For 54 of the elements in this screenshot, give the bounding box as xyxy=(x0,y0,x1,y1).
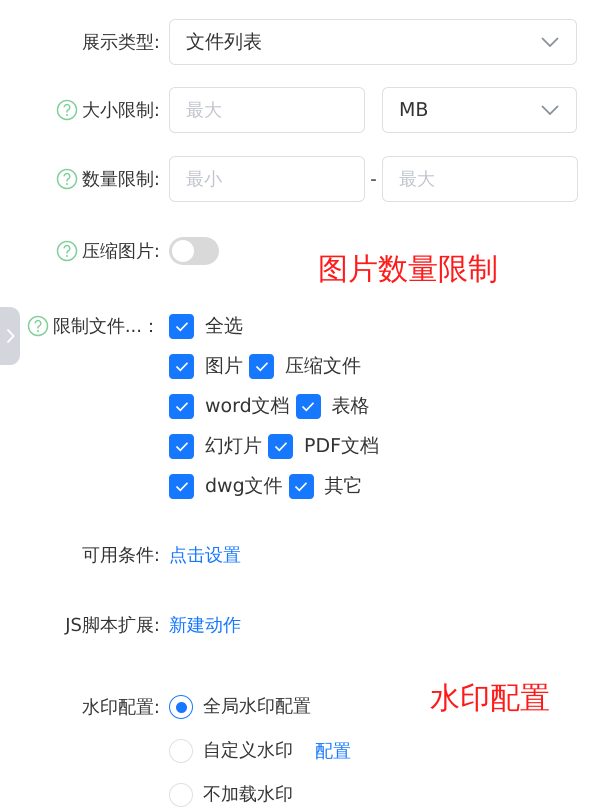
field-label: 展示类型: xyxy=(82,31,160,54)
checkbox[interactable] xyxy=(169,474,194,498)
chevron-right-icon xyxy=(6,328,14,344)
checkbox-label: 压缩文件 xyxy=(285,354,361,379)
checkbox[interactable] xyxy=(169,354,194,378)
checkbox[interactable] xyxy=(288,474,314,498)
check-icon xyxy=(301,400,316,412)
config-link[interactable]: 配置 xyxy=(315,739,351,763)
checkbox[interactable] xyxy=(268,434,293,458)
chevron-down-icon xyxy=(540,104,560,116)
field-label: 大小限制: xyxy=(82,99,160,122)
checkbox-label: dwg文件 xyxy=(205,474,283,499)
radio-label: 全局水印配置 xyxy=(203,695,311,719)
check-icon xyxy=(254,360,268,372)
checkbox[interactable] xyxy=(169,314,194,338)
checkbox[interactable] xyxy=(169,394,194,418)
chevron-down-icon xyxy=(540,36,560,48)
checkbox-label: 幻灯片 xyxy=(205,434,262,459)
checkbox-label: 其它 xyxy=(324,474,363,499)
annotation-text: 水印配置 xyxy=(430,680,550,718)
field-label: 水印配置: xyxy=(82,696,160,719)
checkbox-label: word文档 xyxy=(205,394,290,419)
checkbox-label: 表格 xyxy=(332,394,370,419)
check-icon xyxy=(294,480,308,492)
field-label: JS脚本扩展: xyxy=(65,614,160,637)
field-label: 压缩图片: xyxy=(82,240,160,263)
field-label: 可用条件: xyxy=(82,544,160,567)
checkbox[interactable] xyxy=(169,434,194,458)
checkbox-label: 全选 xyxy=(205,314,243,339)
display-type-select[interactable]: 文件列表 xyxy=(169,19,577,65)
checkbox[interactable] xyxy=(249,354,274,378)
radio-label: 自定义水印 xyxy=(203,739,293,763)
check-icon xyxy=(174,360,188,372)
field-label: 数量限制: xyxy=(82,168,160,191)
field-label: 限制文件...： xyxy=(52,315,160,338)
unit-select[interactable]: MB xyxy=(382,87,577,133)
toggle-switch[interactable] xyxy=(169,237,219,265)
checkbox[interactable] xyxy=(296,394,321,418)
size-input[interactable]: 最大 xyxy=(169,87,365,133)
action-link[interactable]: 新建动作 xyxy=(169,615,241,636)
min-input[interactable]: 最小 xyxy=(169,156,365,202)
range-separator: - xyxy=(369,168,378,190)
check-icon xyxy=(174,320,188,332)
check-icon xyxy=(174,400,188,412)
radio-label: 不加载水印 xyxy=(203,783,293,807)
checkbox-label: PDF文档 xyxy=(304,434,380,459)
radio-button[interactable] xyxy=(169,695,193,719)
max-input[interactable]: 最大 xyxy=(382,156,578,202)
check-icon xyxy=(274,440,288,452)
check-icon xyxy=(174,440,188,452)
annotation-text: 图片数量限制 xyxy=(318,251,498,289)
action-link[interactable]: 点击设置 xyxy=(169,545,241,566)
checkbox-label: 图片 xyxy=(205,354,243,379)
check-icon xyxy=(174,480,188,492)
